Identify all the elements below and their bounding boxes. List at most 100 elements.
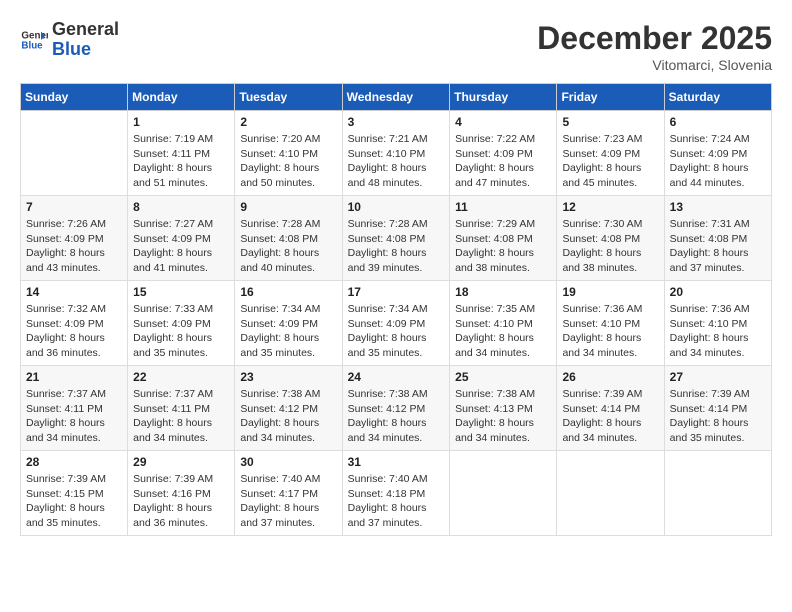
day-number: 29 [133,455,229,469]
day-number: 17 [348,285,445,299]
day-info: Sunrise: 7:33 AM Sunset: 4:09 PM Dayligh… [133,302,229,361]
day-info: Sunrise: 7:40 AM Sunset: 4:18 PM Dayligh… [348,472,445,531]
weekday-header: Sunday [21,84,128,111]
day-info: Sunrise: 7:19 AM Sunset: 4:11 PM Dayligh… [133,132,229,191]
day-number: 14 [26,285,122,299]
day-number: 7 [26,200,122,214]
calendar-cell: 17Sunrise: 7:34 AM Sunset: 4:09 PM Dayli… [342,281,450,366]
day-number: 21 [26,370,122,384]
calendar-cell: 19 Sunrise: 7:36 AM Sunset: 4:10 PM Dayli… [557,281,664,366]
day-info: Sunrise: 7:22 AM Sunset: 4:09 PM Dayligh… [455,132,551,191]
day-info: Sunrise: 7:28 AM Sunset: 4:08 PM Dayligh… [240,217,336,276]
calendar-cell: 20 Sunrise: 7:36 AM Sunset: 4:10 PM Dayli… [664,281,771,366]
calendar-cell: 3Sunrise: 7:21 AM Sunset: 4:10 PM Daylig… [342,111,450,196]
day-number: 19 [562,285,658,299]
calendar-cell: 1Sunrise: 7:19 AM Sunset: 4:11 PM Daylig… [128,111,235,196]
day-number: 6 [670,115,766,129]
day-info: Sunrise: 7:30 AM Sunset: 4:08 PM Dayligh… [562,217,658,276]
calendar-cell: 16 Sunrise: 7:34 AM Sunset: 4:09 PM Dayli… [235,281,342,366]
weekday-header: Thursday [450,84,557,111]
day-number: 18 [455,285,551,299]
calendar-cell: 15 Sunrise: 7:33 AM Sunset: 4:09 PM Dayli… [128,281,235,366]
calendar-week-row: 28Sunrise: 7:39 AM Sunset: 4:15 PM Dayli… [21,451,772,536]
calendar-header-row: SundayMondayTuesdayWednesdayThursdayFrid… [21,84,772,111]
calendar-cell: 4 Sunrise: 7:22 AM Sunset: 4:09 PM Daylig… [450,111,557,196]
day-number: 28 [26,455,122,469]
day-number: 12 [562,200,658,214]
day-number: 9 [240,200,336,214]
calendar-cell: 14 Sunrise: 7:32 AM Sunset: 4:09 PM Dayli… [21,281,128,366]
day-info: Sunrise: 7:27 AM Sunset: 4:09 PM Dayligh… [133,217,229,276]
calendar-cell: 6 Sunrise: 7:24 AM Sunset: 4:09 PM Daylig… [664,111,771,196]
calendar-cell: 28Sunrise: 7:39 AM Sunset: 4:15 PM Dayli… [21,451,128,536]
calendar-cell: 23 Sunrise: 7:38 AM Sunset: 4:12 PM Dayli… [235,366,342,451]
day-info: Sunrise: 7:26 AM Sunset: 4:09 PM Dayligh… [26,217,122,276]
weekday-header: Wednesday [342,84,450,111]
day-number: 20 [670,285,766,299]
calendar-cell: 27Sunrise: 7:39 AM Sunset: 4:14 PM Dayli… [664,366,771,451]
day-number: 27 [670,370,766,384]
calendar-cell: 12 Sunrise: 7:30 AM Sunset: 4:08 PM Dayli… [557,196,664,281]
calendar-week-row: 21 Sunrise: 7:37 AM Sunset: 4:11 PM Dayli… [21,366,772,451]
day-number: 25 [455,370,551,384]
calendar-cell: 11 Sunrise: 7:29 AM Sunset: 4:08 PM Dayli… [450,196,557,281]
calendar-cell: 22Sunrise: 7:37 AM Sunset: 4:11 PM Dayli… [128,366,235,451]
day-info: Sunrise: 7:38 AM Sunset: 4:13 PM Dayligh… [455,387,551,446]
day-number: 22 [133,370,229,384]
day-number: 31 [348,455,445,469]
calendar-cell: 18 Sunrise: 7:35 AM Sunset: 4:10 PM Dayli… [450,281,557,366]
calendar-week-row: 7 Sunrise: 7:26 AM Sunset: 4:09 PM Daylig… [21,196,772,281]
day-info: Sunrise: 7:32 AM Sunset: 4:09 PM Dayligh… [26,302,122,361]
calendar-cell: 10Sunrise: 7:28 AM Sunset: 4:08 PM Dayli… [342,196,450,281]
calendar-cell: 5Sunrise: 7:23 AM Sunset: 4:09 PM Daylig… [557,111,664,196]
day-number: 2 [240,115,336,129]
day-info: Sunrise: 7:36 AM Sunset: 4:10 PM Dayligh… [670,302,766,361]
calendar-cell: 30 Sunrise: 7:40 AM Sunset: 4:17 PM Dayli… [235,451,342,536]
day-info: Sunrise: 7:38 AM Sunset: 4:12 PM Dayligh… [240,387,336,446]
day-number: 30 [240,455,336,469]
calendar-cell [557,451,664,536]
page-header: General Blue General Blue December 2025 … [20,20,772,73]
calendar-table: SundayMondayTuesdayWednesdayThursdayFrid… [20,83,772,536]
day-number: 8 [133,200,229,214]
day-number: 24 [348,370,445,384]
weekday-header: Monday [128,84,235,111]
month-year-title: December 2025 [537,20,772,57]
day-number: 5 [562,115,658,129]
logo-text: General Blue [52,20,119,60]
calendar-cell: 24Sunrise: 7:38 AM Sunset: 4:12 PM Dayli… [342,366,450,451]
calendar-cell: 9 Sunrise: 7:28 AM Sunset: 4:08 PM Daylig… [235,196,342,281]
day-info: Sunrise: 7:39 AM Sunset: 4:14 PM Dayligh… [562,387,658,446]
day-info: Sunrise: 7:24 AM Sunset: 4:09 PM Dayligh… [670,132,766,191]
svg-text:Blue: Blue [21,40,43,51]
day-number: 4 [455,115,551,129]
calendar-cell: 26 Sunrise: 7:39 AM Sunset: 4:14 PM Dayli… [557,366,664,451]
day-number: 16 [240,285,336,299]
weekday-header: Friday [557,84,664,111]
calendar-cell: 2 Sunrise: 7:20 AM Sunset: 4:10 PM Daylig… [235,111,342,196]
day-info: Sunrise: 7:20 AM Sunset: 4:10 PM Dayligh… [240,132,336,191]
day-number: 11 [455,200,551,214]
day-info: Sunrise: 7:36 AM Sunset: 4:10 PM Dayligh… [562,302,658,361]
calendar-week-row: 1Sunrise: 7:19 AM Sunset: 4:11 PM Daylig… [21,111,772,196]
day-info: Sunrise: 7:34 AM Sunset: 4:09 PM Dayligh… [240,302,336,361]
logo-icon: General Blue [20,26,48,54]
weekday-header: Tuesday [235,84,342,111]
location-subtitle: Vitomarci, Slovenia [537,57,772,73]
calendar-body: 1Sunrise: 7:19 AM Sunset: 4:11 PM Daylig… [21,111,772,536]
day-info: Sunrise: 7:37 AM Sunset: 4:11 PM Dayligh… [26,387,122,446]
calendar-cell: 8 Sunrise: 7:27 AM Sunset: 4:09 PM Daylig… [128,196,235,281]
calendar-cell: 13Sunrise: 7:31 AM Sunset: 4:08 PM Dayli… [664,196,771,281]
calendar-cell: 31 Sunrise: 7:40 AM Sunset: 4:18 PM Dayli… [342,451,450,536]
day-number: 26 [562,370,658,384]
day-number: 23 [240,370,336,384]
calendar-cell [450,451,557,536]
day-number: 13 [670,200,766,214]
calendar-cell [664,451,771,536]
weekday-header: Saturday [664,84,771,111]
day-number: 10 [348,200,445,214]
day-info: Sunrise: 7:40 AM Sunset: 4:17 PM Dayligh… [240,472,336,531]
day-info: Sunrise: 7:35 AM Sunset: 4:10 PM Dayligh… [455,302,551,361]
day-info: Sunrise: 7:29 AM Sunset: 4:08 PM Dayligh… [455,217,551,276]
day-number: 15 [133,285,229,299]
